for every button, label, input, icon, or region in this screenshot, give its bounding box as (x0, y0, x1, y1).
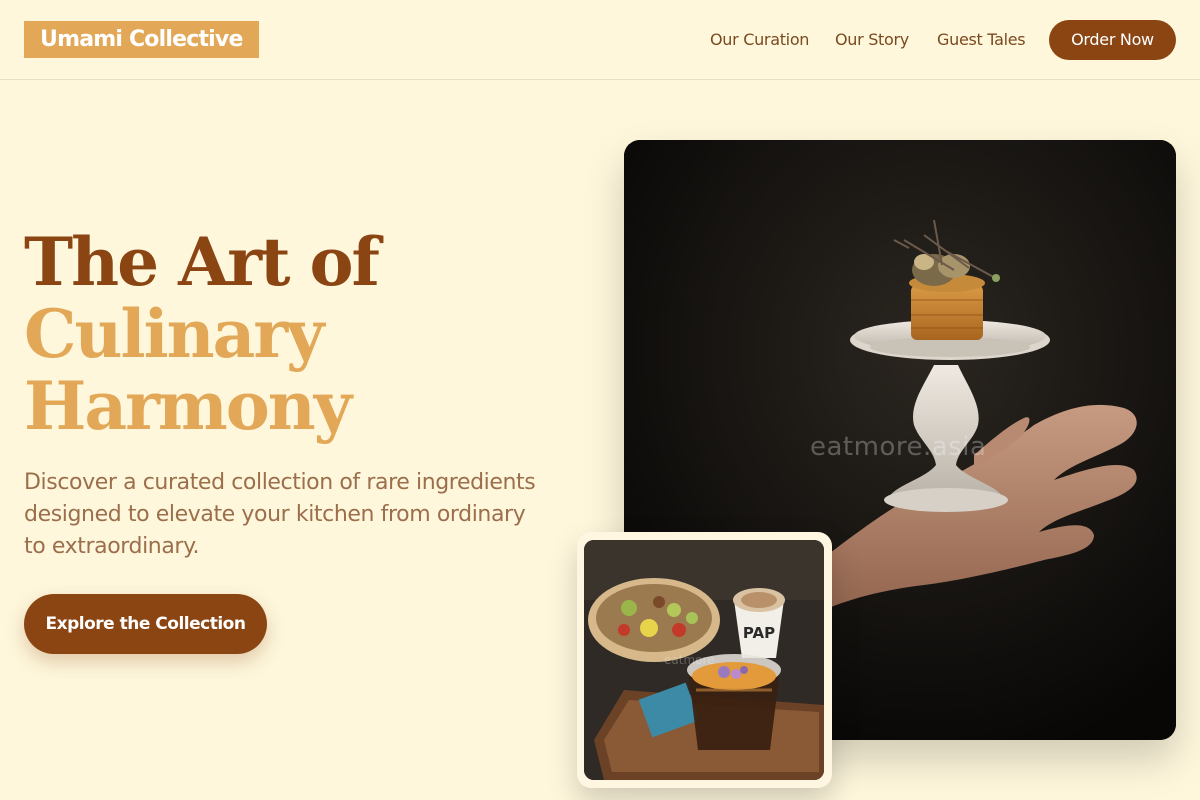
image-watermark: eatmore.asia (810, 432, 987, 462)
card-watermark: eatmore (664, 653, 715, 667)
headline-line-1: The Art of (24, 223, 380, 301)
explore-collection-button[interactable]: Explore the Collection (24, 594, 267, 654)
hero-headline: The Art of Culinary Harmony (24, 223, 380, 445)
cup-label: PAP (743, 624, 775, 642)
headline-line-2: Culinary (24, 295, 325, 373)
nav-guest-tales[interactable]: Guest Tales (937, 30, 1026, 50)
secondary-food-photo: PAP eatmore (584, 540, 824, 780)
site-header: Umami Collective Our Curation Our Story … (0, 0, 1200, 80)
food-photo-card: PAP eatmore (577, 532, 832, 788)
order-now-button[interactable]: Order Now (1049, 20, 1176, 60)
nav-our-curation[interactable]: Our Curation (710, 30, 809, 50)
brand-logo[interactable]: Umami Collective (24, 21, 259, 58)
headline-line-3: Harmony (24, 367, 352, 445)
hero-description: Discover a curated collection of rare in… (24, 470, 536, 559)
nav-our-story[interactable]: Our Story (835, 30, 909, 50)
